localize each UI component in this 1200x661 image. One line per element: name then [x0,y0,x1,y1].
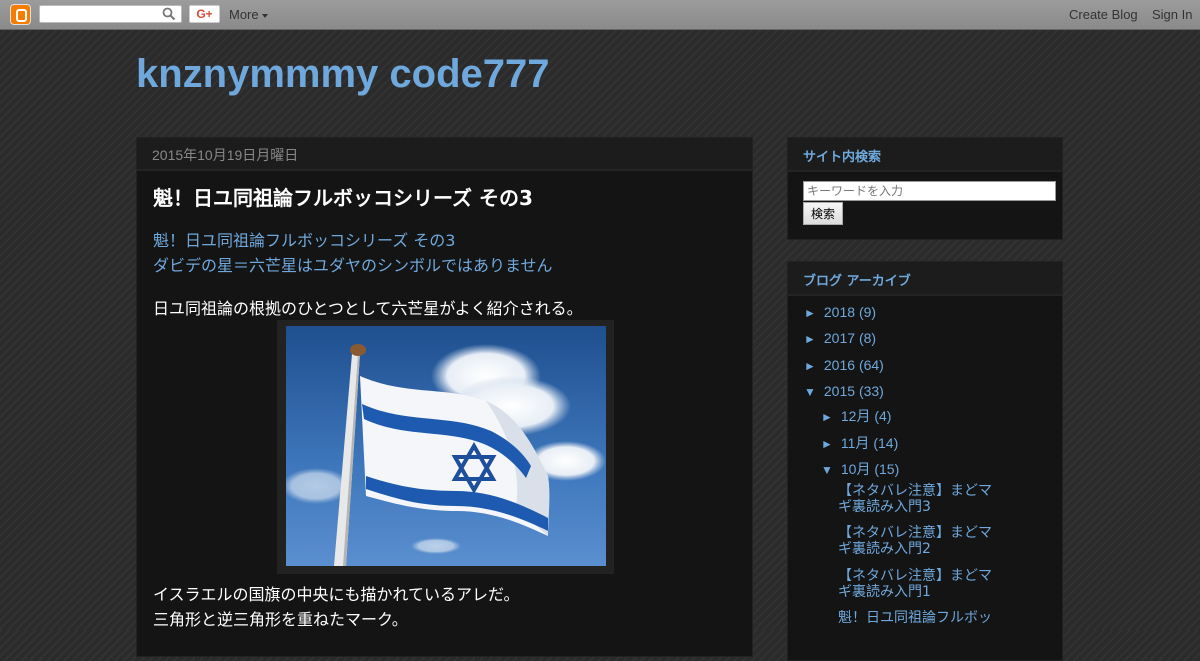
post-date: 2015年10月19日月曜日 [137,138,752,171]
create-blog-link[interactable]: Create Blog [1069,7,1138,22]
site-search-widget: サイト内検索 検索 [787,137,1063,240]
post-paragraph: 日ユ同祖論の根拠のひとつとして六芒星がよく紹介される。 [153,299,583,318]
expand-triangle-icon[interactable]: ► [821,437,833,451]
archive-post-link[interactable]: 【ネタバレ注意】まどマギ裏読み入門2 [838,525,998,557]
blog-archive-title: ブログ アーカイブ [788,262,1062,296]
archive-post-link[interactable]: 魁！日ユ同祖論フルボッ [838,610,1008,626]
archive-month-count: (14) [873,435,899,451]
israel-flag-image[interactable] [277,320,614,574]
archive-month-label[interactable]: 11月 [841,435,870,451]
collapse-triangle-icon[interactable]: ▼ [804,385,816,399]
post-paragraph: 三角形と逆三角形を重ねたマーク。 [153,610,408,629]
expand-triangle-icon[interactable]: ► [804,306,816,320]
archive-year-count: (9) [858,304,877,320]
archive-year-2016[interactable]: ► 2016 (64) [804,357,884,373]
expand-triangle-icon[interactable]: ► [821,410,833,424]
archive-month-11[interactable]: ► 11月 (14) [821,433,898,453]
archive-month-label[interactable]: 12月 [841,408,871,424]
blogger-logo-icon[interactable] [10,4,31,25]
sign-in-link[interactable]: Sign In [1152,7,1192,22]
archive-year-2017[interactable]: ► 2017 (8) [804,330,876,346]
archive-year-label[interactable]: 2016 [824,357,855,373]
more-menu[interactable]: More [229,7,268,22]
post-paragraph: イスラエルの国旗の中央にも描かれているアレだ。 [153,585,520,604]
archive-year-count: (64) [858,357,884,373]
post-body-link-2[interactable]: ダビデの星＝六芒星はユダヤのシンボルではありません [153,252,553,276]
archive-month-count: (15) [874,461,900,477]
google-plus-button[interactable]: G+ [189,5,220,23]
archive-year-label[interactable]: 2018 [824,304,855,320]
blogger-navbar: G+ More Create Blog Sign In [0,0,1200,30]
archive-month-10[interactable]: ▼ 10月 (15) [821,459,899,479]
archive-year-count: (33) [858,383,884,399]
blog-title[interactable]: knznymmmy code777 [136,50,550,98]
archive-year-label[interactable]: 2015 [824,383,855,399]
archive-year-label[interactable]: 2017 [824,330,855,346]
archive-year-count: (8) [858,330,877,346]
archive-post-link[interactable]: 【ネタバレ注意】まどマギ裏読み入門3 [838,483,998,515]
archive-post-link[interactable]: 【ネタバレ注意】まどマギ裏読み入門1 [838,568,998,600]
expand-triangle-icon[interactable]: ► [804,332,816,346]
navbar-search-input[interactable] [39,5,182,23]
archive-month-label[interactable]: 10月 [841,461,871,477]
more-label: More [229,7,259,22]
collapse-triangle-icon[interactable]: ▼ [821,463,833,477]
archive-month-12[interactable]: ► 12月 (4) [821,406,891,426]
archive-month-count: (4) [874,408,892,424]
caret-down-icon [261,13,268,18]
site-search-button[interactable]: 検索 [803,202,844,225]
search-icon[interactable] [162,7,176,21]
archive-year-2018[interactable]: ► 2018 (9) [804,304,876,320]
archive-year-2015[interactable]: ▼ 2015 (33) [804,383,884,399]
blog-archive-widget: ブログ アーカイブ ► 2018 (9) ► 2017 (8) ► 2016 (64)… [787,261,1063,661]
flag-illustration [286,326,606,566]
site-search-title: サイト内検索 [788,138,1062,172]
main-column: 2015年10月19日月曜日 魁！日ユ同祖論フルボッコシリーズ その3 魁！日ユ… [136,137,753,657]
post-title[interactable]: 魁！日ユ同祖論フルボッコシリーズ その3 [153,182,533,211]
post-body-link-1[interactable]: 魁！日ユ同祖論フルボッコシリーズ その3 [153,227,455,251]
expand-triangle-icon[interactable]: ► [804,359,816,373]
site-search-input[interactable] [803,181,1056,201]
